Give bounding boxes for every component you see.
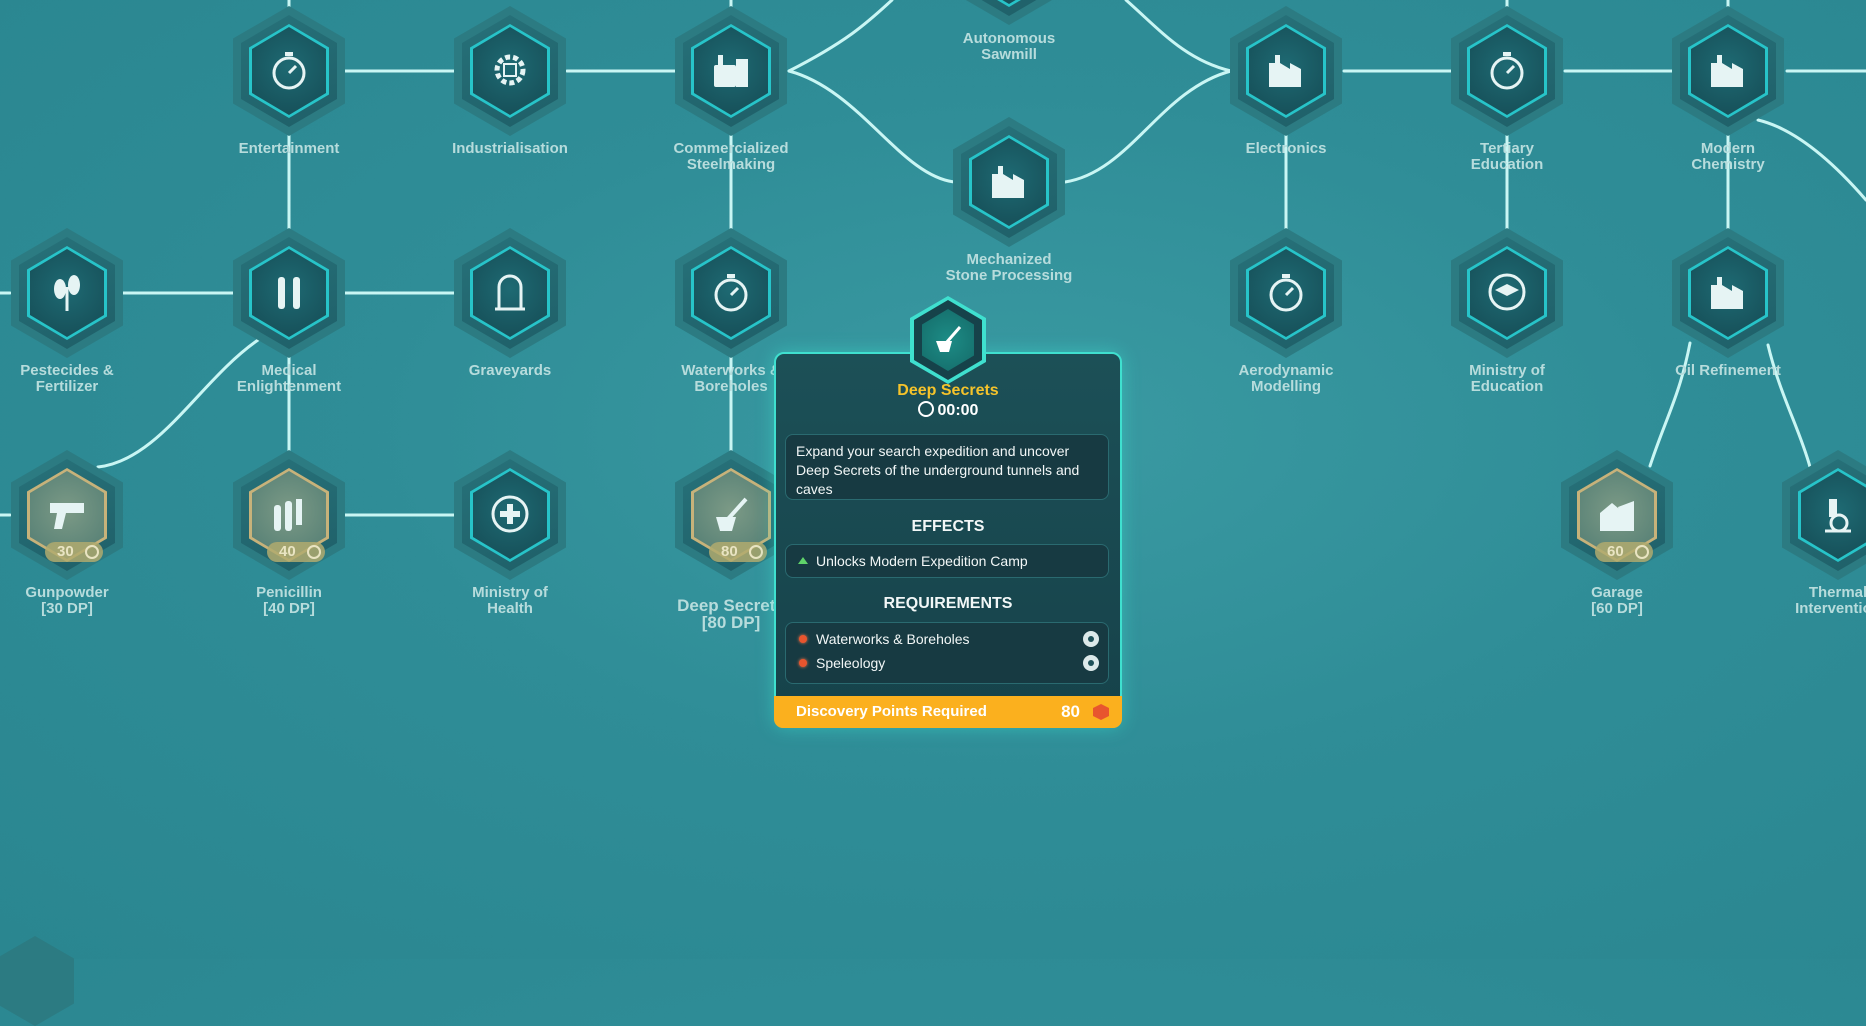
tech-node-modern-chemistry[interactable] [1672,6,1784,136]
tooltip-description: Expand your search expedition and uncove… [785,434,1109,500]
node-label-ministry-of-education: Ministry of Education [1469,362,1545,395]
unmet-status-icon [799,659,807,667]
tech-node-graveyards[interactable] [454,228,566,358]
tech-node-industrialisation[interactable] [454,6,566,136]
node-label-mechanized-stone-processing: Mechanized Stone Processing [945,251,1073,284]
node-label-garage: Garage [60 DP] [1591,584,1643,617]
tech-node-deep-secrets[interactable]: 80 [675,450,787,580]
node-label-gunpowder: Gunpowder [30 DP] [25,584,109,617]
tech-node-autonomous-sawmill[interactable] [953,0,1065,25]
node-label-industrialisation: Industrialisation [452,140,568,157]
graduation-cap-icon [1488,273,1526,311]
pistol-icon [50,503,84,529]
syringe-icon [274,499,302,531]
tech-node-waterworks-boreholes[interactable] [675,228,787,358]
tombstone-icon [495,274,525,311]
discovery-point-icon [1093,704,1109,720]
node-label-modern-chemistry: Modern Chemistry [1691,140,1765,173]
tech-node-garage[interactable]: 60 [1561,450,1673,580]
garage-icon [1600,501,1634,531]
discovery-points-footer: Discovery Points Required 80 [774,696,1122,728]
node-label-thermal-intervention: Thermal Intervention [1795,584,1866,617]
effect-item: Unlocks Modern Expedition Camp [785,544,1109,578]
tech-node-penicillin[interactable]: 40 [233,450,345,580]
tech-node-ministry-of-education[interactable] [1451,228,1563,358]
node-label-oil-refinement: Oil Refinement [1675,362,1781,379]
requirements-heading: REQUIREMENTS [883,595,1013,612]
eye-icon[interactable] [1083,631,1099,647]
cost-badge: 80 [709,542,767,562]
tech-node-commercialized-steelmaking[interactable] [675,6,787,136]
node-label-ministry-of-health: Ministry of Health [472,584,548,617]
node-label-penicillin: Penicillin [40 DP] [256,584,322,617]
requirements-list: Waterworks & Boreholes Speleology [785,622,1109,684]
node-label-graveyards: Graveyards [468,362,552,379]
node-label-autonomous-sawmill: Autonomous Sawmill [962,30,1056,63]
clock-icon [917,401,934,417]
tech-node-pesticides-fertilizer[interactable] [11,228,123,358]
shovel-icon [936,326,962,352]
factory-icon [1711,55,1743,87]
cost-badge: 40 [267,542,325,562]
requirement-item: Waterworks & Boreholes [786,628,1108,650]
effects-heading: EFFECTS [911,518,985,535]
stopwatch-icon [272,52,306,90]
tech-node-ministry-of-health[interactable] [454,450,566,580]
tech-node-medical-enlightenment[interactable] [233,228,345,358]
stopwatch-icon [714,274,748,312]
tech-node-electronics[interactable] [1230,6,1342,136]
arrow-up-icon [798,557,808,564]
cost-badge: 60 [1595,542,1653,562]
node-label-electronics: Electronics [1245,140,1327,157]
tech-node-mechanized-stone-processing[interactable] [953,117,1065,247]
stopwatch-icon [1269,274,1303,312]
node-label-medical-enlightenment: Medical Enlightenment [236,362,342,395]
shovel-icon [716,497,748,531]
test-tube-icon [278,277,300,309]
stopwatch-icon [1490,52,1524,90]
factory-icon [992,166,1024,198]
microscope-icon [1825,499,1851,533]
factory-icon [1711,277,1743,309]
plant-icon [54,275,80,311]
factory-icon [1269,55,1301,87]
node-label-commercialized-steelmaking: Commercialized Steelmaking [673,140,789,173]
tech-tooltip: Deep Secrets 00:00 Expand your search ex… [774,296,1122,728]
tech-node-oil-refinement[interactable] [1672,228,1784,358]
node-label-aerodynamic-modelling: Aerodynamic Modelling [1238,362,1334,395]
node-label-pesticides-fertilizer: Pestecides & Fertilizer [20,362,114,395]
node-label-tertiary-education: Tertiary Education [1470,140,1544,173]
tech-node-tertiary-education[interactable] [1451,6,1563,136]
unmet-status-icon [799,635,807,643]
medical-cross-icon [491,495,529,533]
tooltip-title: Deep Secrets [897,382,999,399]
tech-node-aerodynamic-modelling[interactable] [1230,228,1342,358]
cost-badge: 30 [45,542,103,562]
tooltip-research-time: 00:00 [774,401,1122,420]
requirement-item: Speleology [786,652,1108,674]
tech-node-gunpowder[interactable]: 30 [11,450,123,580]
tech-node-entertainment[interactable] [233,6,345,136]
steel-plant-icon [714,55,748,87]
node-label-entertainment: Entertainment [238,140,340,157]
tech-node-thermal-intervention[interactable] [1782,450,1866,580]
gear-chip-icon [494,54,526,86]
eye-icon[interactable] [1083,655,1099,671]
